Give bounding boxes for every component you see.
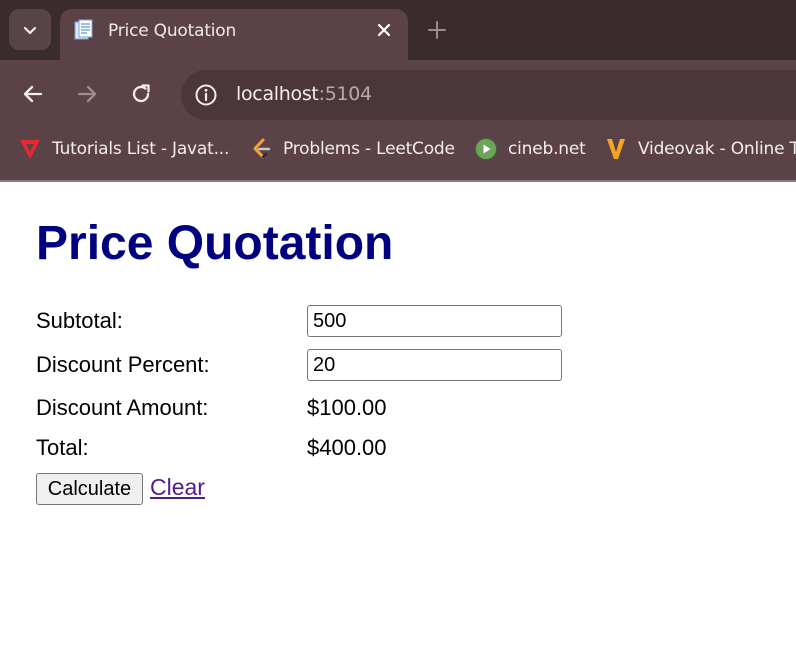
page-title: Price Quotation <box>36 217 394 270</box>
javatpoint-icon <box>20 140 40 159</box>
subtotal-input[interactable] <box>307 305 562 337</box>
toolbar: localhost:5104 <box>0 60 796 130</box>
bookmarks-bar: Tutorials List - Javat... Problems - Lee… <box>0 130 796 170</box>
total-label: Total: <box>36 435 89 460</box>
url-host: localhost <box>236 83 319 105</box>
bookmark-label: Problems - LeetCode <box>283 139 455 159</box>
discount-percent-label: Discount Percent: <box>36 352 210 377</box>
document-favicon-icon <box>74 19 93 40</box>
close-icon[interactable] <box>374 20 394 40</box>
browser-chrome: Price Quotation localhost:5104 Tutorials… <box>0 0 796 182</box>
tab-strip: Price Quotation <box>0 0 796 60</box>
discount-amount-value: $100.00 <box>307 395 387 420</box>
back-arrow-icon[interactable] <box>21 82 45 106</box>
videovak-icon <box>607 139 625 159</box>
tab-search-button[interactable] <box>9 9 51 50</box>
total-value: $400.00 <box>307 435 387 460</box>
clear-link[interactable]: Clear <box>150 474 205 501</box>
calculate-button[interactable]: Calculate <box>36 473 143 505</box>
subtotal-label: Subtotal: <box>36 308 123 333</box>
url-port: :5104 <box>318 83 373 105</box>
tab-title: Price Quotation <box>108 21 237 41</box>
discount-percent-input[interactable] <box>307 349 562 381</box>
url-text[interactable]: localhost:5104 <box>236 83 372 105</box>
bookmark-videovak[interactable]: Videovak - Online T... <box>604 134 796 164</box>
bookmark-label: cineb.net <box>508 139 586 159</box>
bookmark-label: Videovak - Online T... <box>638 139 796 159</box>
bookmark-label: Tutorials List - Javat... <box>52 139 230 159</box>
reload-icon[interactable] <box>129 82 153 106</box>
tab-active[interactable]: Price Quotation <box>60 9 408 60</box>
chevron-down-icon <box>23 26 37 34</box>
forward-arrow-icon[interactable] <box>75 82 99 106</box>
bookmark-javatpoint[interactable]: Tutorials List - Javat... <box>18 134 229 164</box>
page-content: Price Quotation Subtotal: Discount Perce… <box>0 182 796 661</box>
address-bar[interactable]: localhost:5104 <box>181 70 796 120</box>
bookmark-cineb[interactable]: cineb.net <box>474 134 586 164</box>
new-tab-icon[interactable] <box>426 19 448 41</box>
site-info-icon[interactable] <box>193 82 219 108</box>
discount-amount-label: Discount Amount: <box>36 395 209 420</box>
cineb-icon <box>475 138 497 160</box>
bookmark-leetcode[interactable]: Problems - LeetCode <box>249 134 455 164</box>
leetcode-icon <box>253 138 271 159</box>
